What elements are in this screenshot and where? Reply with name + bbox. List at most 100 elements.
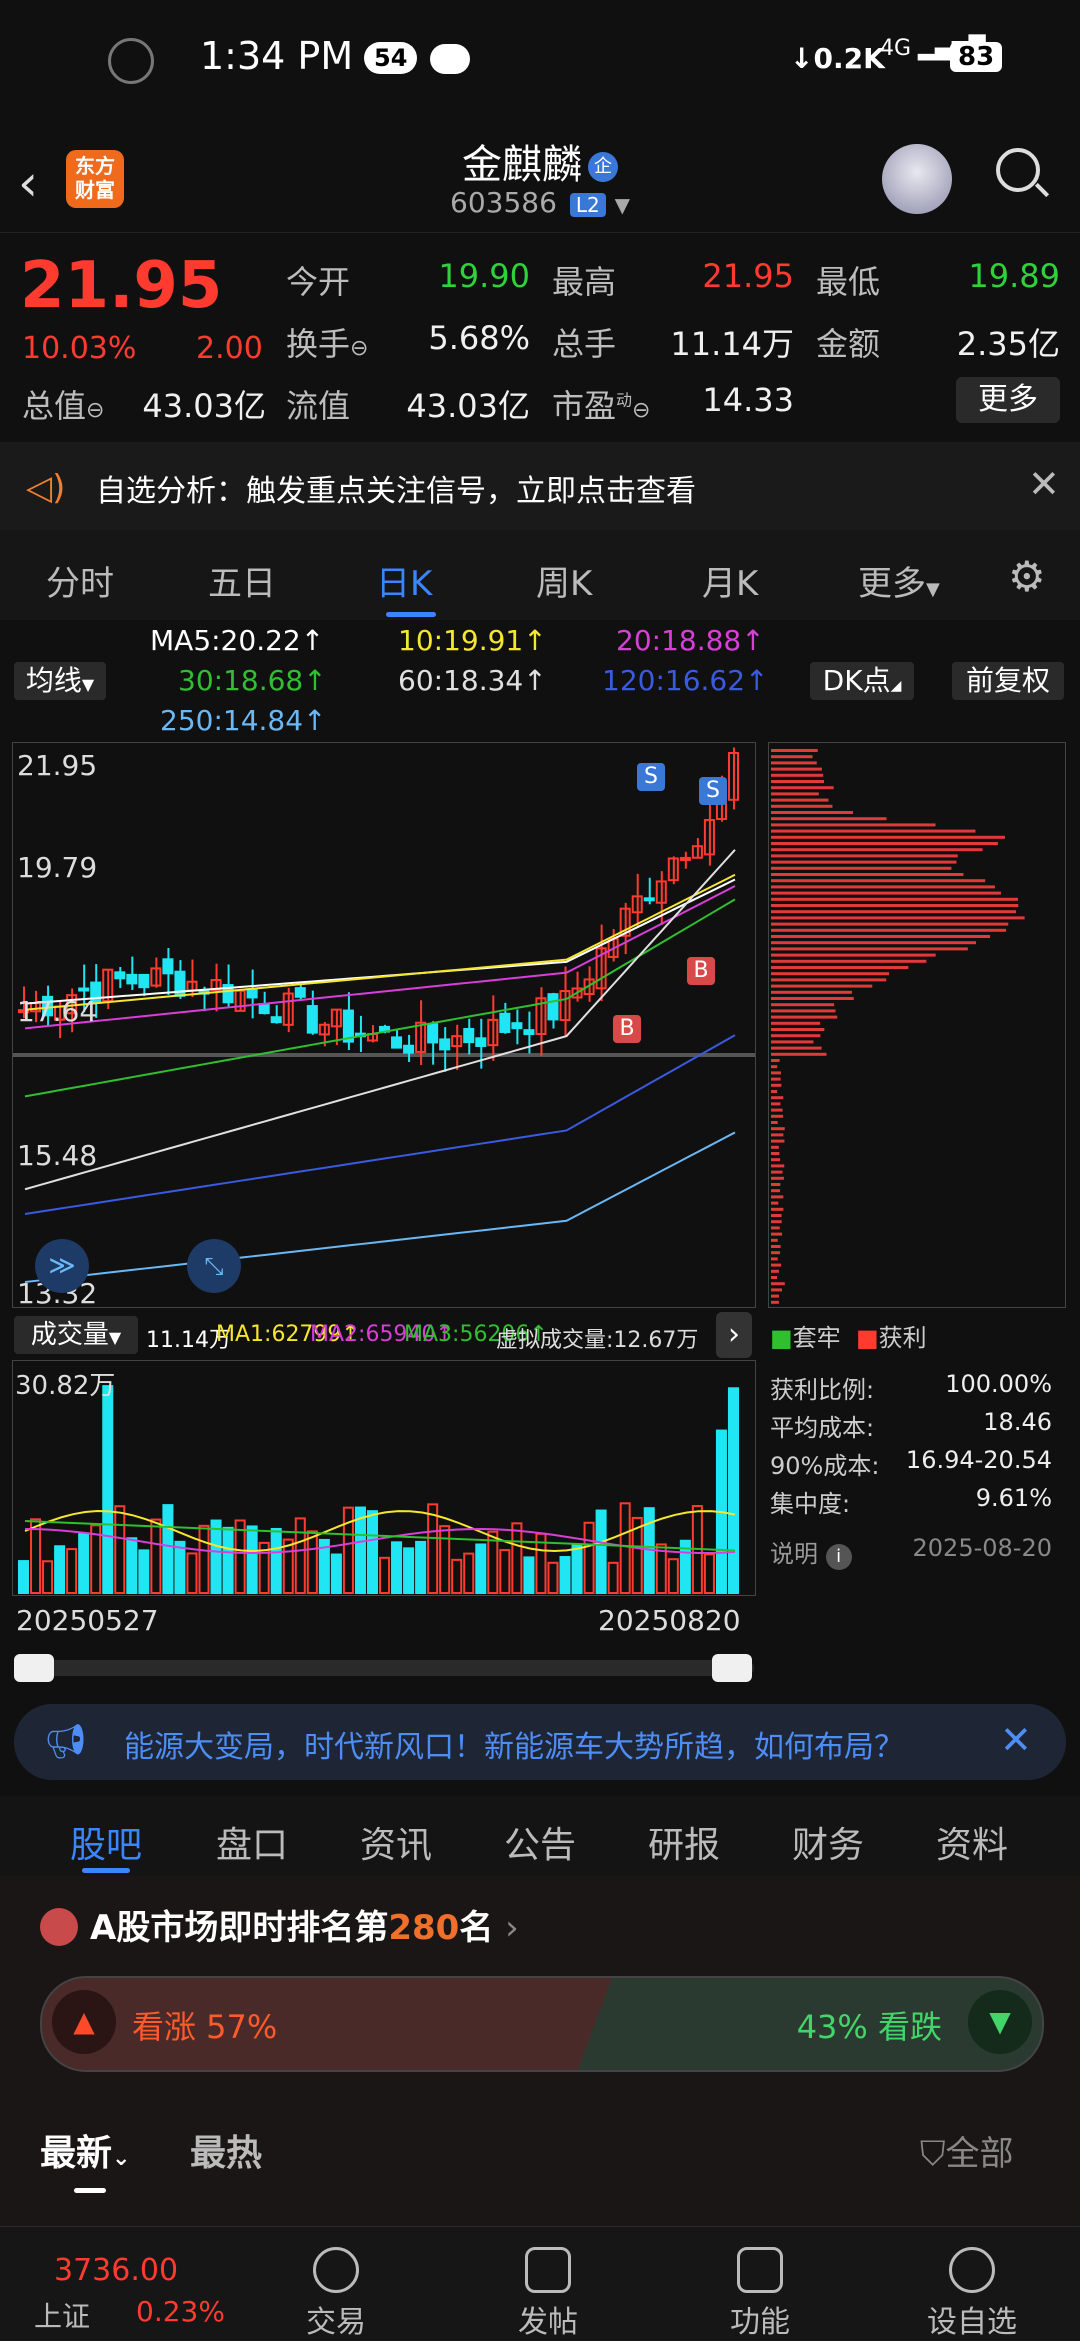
nav-functions[interactable]: 功能	[700, 2247, 820, 2341]
index-value[interactable]: 3736.00	[54, 2253, 178, 2288]
buy-marker[interactable]: B	[613, 1015, 641, 1043]
sell-marker[interactable]: S	[637, 763, 665, 791]
chip-bar	[771, 1245, 781, 1248]
concentration-label: 集中度:	[770, 1490, 851, 1518]
chip-bar	[771, 1003, 835, 1007]
chip-bar	[771, 897, 1018, 901]
chip-bar	[771, 1133, 784, 1137]
volume-indicator-button[interactable]: 成交量▼	[14, 1316, 138, 1354]
chip-bar	[771, 1090, 778, 1093]
robot-avatar-icon[interactable]	[882, 144, 952, 214]
banner-text: 能源大变局，时代新风口！新能源车大势所趋，如何布局？	[124, 1730, 904, 1765]
chip-bar	[771, 1282, 785, 1286]
gear-icon[interactable]: ⚙	[1008, 552, 1046, 601]
concentration-value: 9.61%	[975, 1484, 1052, 1512]
tab-news[interactable]: 资讯	[360, 1816, 432, 1868]
expand-left-icon[interactable]: ≫	[35, 1239, 89, 1293]
more-button[interactable]: 更多	[956, 377, 1060, 423]
tab-intraday[interactable]: 分时	[46, 556, 114, 605]
chip-bar	[771, 1034, 821, 1038]
range-slider-track[interactable]	[14, 1660, 754, 1676]
tab-profile[interactable]: 资料	[936, 1816, 1008, 1868]
chip-bar	[771, 1052, 827, 1056]
rank-title[interactable]: A股市场即时排名第280名 ›	[90, 1900, 519, 1949]
battery-icon: 83	[950, 42, 1003, 72]
ma-toggle-button[interactable]: 均线▼	[14, 662, 106, 700]
chip-info-link[interactable]: 说明 i	[770, 1534, 852, 1570]
open-label: 今开	[286, 263, 351, 301]
volume-bar	[198, 1524, 210, 1595]
adjust-price-button[interactable]: 前复权	[952, 662, 1064, 700]
sell-marker[interactable]: S	[699, 777, 727, 805]
nav-trade[interactable]: 交易	[276, 2247, 396, 2341]
nav-post[interactable]: 发帖	[488, 2247, 608, 2341]
change-amount: 2.00	[196, 331, 263, 366]
volume-bar	[475, 1543, 487, 1595]
range-handle-left[interactable]	[14, 1654, 54, 1682]
range-handle-right[interactable]	[712, 1654, 752, 1682]
close-icon[interactable]: ✕	[1000, 1718, 1032, 1762]
sort-hottest[interactable]: 最热	[190, 2124, 262, 2176]
high-label: 最高	[552, 263, 617, 301]
tab-more[interactable]: 更多▼	[858, 556, 940, 605]
tab-weekly-k[interactable]: 周K	[536, 556, 592, 605]
more-dots-icon	[949, 2247, 995, 2293]
chip-bar	[771, 848, 983, 852]
sort-latest[interactable]: 最新⌄	[40, 2124, 130, 2176]
active-tab-indicator	[82, 1868, 130, 1873]
tab-monthly-k[interactable]: 月K	[702, 556, 758, 605]
tab-research[interactable]: 研报	[648, 1816, 720, 1868]
tab-five-day[interactable]: 五日	[208, 556, 276, 605]
volume-bar	[499, 1549, 511, 1594]
close-icon[interactable]: ✕	[1028, 462, 1060, 506]
volume-bar	[78, 1532, 90, 1595]
pe-label[interactable]: 市盈动⊖	[552, 381, 650, 427]
filter-icon: ⛉	[920, 2134, 946, 2174]
volume-chart[interactable]: 30.82万	[12, 1360, 756, 1596]
chip-bar	[771, 1114, 784, 1118]
tab-orderbook[interactable]: 盘口	[216, 1816, 288, 1868]
search-icon[interactable]	[996, 148, 1040, 192]
volume-bar	[114, 1505, 126, 1594]
kline-chart[interactable]: 21.95 19.79 17.64 15.48 13.32 S S B B ≫ …	[12, 742, 756, 1310]
chip-bar	[771, 966, 909, 969]
dk-point-button[interactable]: DK点◢	[810, 662, 914, 700]
candle-body	[403, 1044, 415, 1054]
chart-period-tabs: 分时 五日 日K 周K 月K 更多▼ ⚙	[0, 530, 1080, 620]
chip-bar	[771, 1145, 779, 1149]
volume-bar	[306, 1530, 318, 1595]
vote-down-button[interactable]: ▼	[968, 1990, 1032, 2054]
signal-notice-bar[interactable]: ◁) 自选分析：触发重点关注信号，立即点击查看 ✕	[0, 442, 1080, 530]
nav-add-watchlist[interactable]: 设自选	[912, 2247, 1032, 2341]
index-name[interactable]: 上证	[34, 2295, 90, 2335]
chip-bar	[771, 922, 1009, 926]
volume-bar	[366, 1510, 379, 1594]
filter-button[interactable]: ⛉全部	[920, 2126, 1014, 2175]
vote-up-button[interactable]: ▲	[52, 1990, 116, 2054]
fullscreen-icon[interactable]: ⤡	[187, 1239, 241, 1293]
bearish-label: 43% 看跌	[796, 2008, 942, 2046]
mktcap-label[interactable]: 总值⊖	[22, 381, 104, 427]
tab-daily-k[interactable]: 日K	[376, 556, 432, 605]
level2-badge: L2	[569, 193, 606, 217]
chip-bar	[771, 1021, 821, 1025]
chip-bar	[771, 1170, 783, 1174]
chip-bar	[771, 1300, 779, 1304]
y-label-4: 15.48	[17, 1139, 98, 1172]
chevron-right-icon[interactable]: ›	[716, 1312, 752, 1358]
tab-financials[interactable]: 财务	[792, 1816, 864, 1868]
volume-bar	[222, 1526, 234, 1594]
cost90-value: 16.94-20.54	[905, 1446, 1052, 1474]
tab-forum[interactable]: 股吧	[70, 1816, 142, 1868]
chip-distribution-chart[interactable]	[768, 742, 1066, 1308]
volume-bar	[379, 1556, 391, 1594]
volume-svg	[18, 1385, 740, 1595]
chip-bar	[771, 1294, 779, 1298]
y-label-top: 21.95	[17, 749, 98, 782]
legend-square-green: ■	[770, 1324, 793, 1352]
buy-marker[interactable]: B	[687, 957, 715, 985]
turnover-label[interactable]: 换手⊖	[286, 319, 368, 365]
tab-announcements[interactable]: 公告	[504, 1816, 576, 1868]
ma20-value: 20:18.88↑	[616, 624, 765, 657]
promo-banner[interactable]: 📢︎ 能源大变局，时代新风口！新能源车大势所趋，如何布局？ ✕	[14, 1704, 1066, 1780]
